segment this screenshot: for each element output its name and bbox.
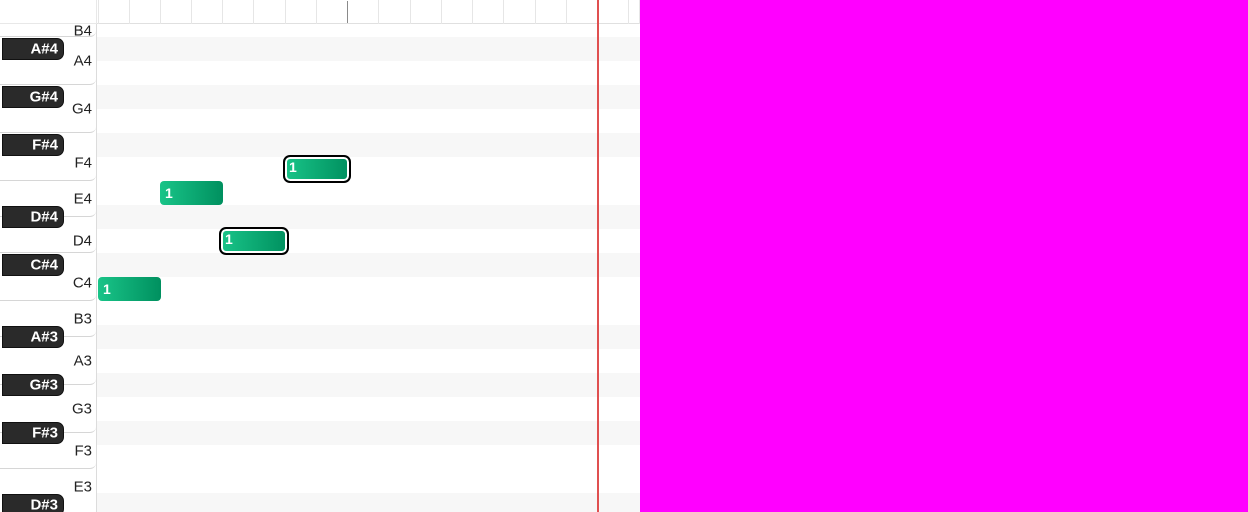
- ruler-tick: [316, 0, 317, 24]
- key-label: F#3: [32, 424, 58, 442]
- ruler-tick: [639, 0, 640, 24]
- ruler-tick: [628, 0, 629, 24]
- piano-key-g-sharp-4[interactable]: G#4: [2, 86, 64, 108]
- key-label: A#3: [30, 328, 58, 346]
- timeline-ruler[interactable]: [97, 0, 640, 24]
- lane-e3: [97, 469, 640, 493]
- key-label: E3: [73, 478, 92, 496]
- note-block-f4[interactable]: 1: [283, 155, 351, 183]
- piano-key-d-sharp-3[interactable]: D#3: [2, 494, 64, 512]
- ruler-tick: [535, 0, 536, 24]
- key-label: D4: [72, 232, 92, 250]
- lane-b4: [97, 24, 640, 37]
- ruler-tick: [566, 0, 567, 24]
- ruler-tick: [253, 0, 254, 24]
- key-label: D#4: [30, 208, 58, 226]
- key-label: G3: [71, 400, 92, 418]
- piano-key-a-sharp-3[interactable]: A#3: [2, 326, 64, 348]
- key-label: A4: [73, 52, 92, 69]
- lane-f3: [97, 445, 640, 469]
- note-velocity-label: 1: [103, 281, 111, 297]
- corner-spacer: [0, 0, 97, 24]
- ruler-tick: [441, 0, 442, 24]
- note-velocity-label: 1: [289, 159, 297, 175]
- piano-key-d-sharp-4[interactable]: D#4: [2, 206, 64, 228]
- key-label: C#4: [30, 256, 58, 274]
- key-label: F4: [74, 154, 92, 172]
- lane-f-sharp-4: [97, 133, 640, 157]
- note-velocity-label: 1: [165, 185, 173, 201]
- ruler-tick: [410, 0, 411, 24]
- lane-d-sharp-4: [97, 205, 640, 229]
- piano-keyboard: B4 A4 G4 F4 E4 D4 C4 B3 A3 G3 F3 E3 A#4 …: [0, 24, 97, 512]
- lane-g-sharp-4: [97, 85, 640, 109]
- lane-d-sharp-3: [97, 493, 640, 512]
- key-label: F3: [74, 442, 92, 460]
- piano-key-g-sharp-3[interactable]: G#3: [2, 374, 64, 396]
- ruler-tick: [98, 0, 99, 24]
- ruler-tick: [191, 0, 192, 24]
- ruler-tick: [222, 0, 223, 24]
- key-label: A3: [73, 352, 92, 370]
- lane-f-sharp-3: [97, 421, 640, 445]
- lane-g3: [97, 397, 640, 421]
- note-grid[interactable]: 1 1 1 1: [97, 24, 640, 512]
- key-label: A#4: [30, 40, 58, 58]
- key-label: B3: [73, 310, 92, 328]
- note-block-c4[interactable]: 1: [98, 277, 161, 301]
- key-label: C4: [72, 274, 92, 292]
- ruler-tick: [160, 0, 161, 24]
- ruler-tick: [472, 0, 473, 24]
- piano-key-b4[interactable]: B4: [0, 24, 96, 40]
- piano-roll-editor: B4 A4 G4 F4 E4 D4 C4 B3 A3 G3 F3 E3 A#4 …: [0, 0, 640, 512]
- key-label: E4: [73, 190, 92, 208]
- key-label: G4: [71, 100, 92, 117]
- key-label: F#4: [32, 136, 58, 154]
- key-label: G#3: [29, 376, 58, 394]
- lane-b3: [97, 301, 640, 325]
- ruler-tick: [503, 0, 504, 24]
- lane-c-sharp-4: [97, 253, 640, 277]
- lane-a3: [97, 349, 640, 373]
- piano-key-f-sharp-3[interactable]: F#3: [2, 422, 64, 444]
- piano-key-c-sharp-4[interactable]: C#4: [2, 254, 64, 276]
- playhead[interactable]: [597, 0, 599, 512]
- note-block-e4[interactable]: 1: [160, 181, 223, 205]
- lane-a4: [97, 61, 640, 85]
- piano-key-a-sharp-4[interactable]: A#4: [2, 38, 64, 60]
- note-block-d4[interactable]: 1: [219, 227, 289, 255]
- ruler-tick: [285, 0, 286, 24]
- lane-g-sharp-3: [97, 373, 640, 397]
- lane-a-sharp-3: [97, 325, 640, 349]
- lane-d4: [97, 229, 640, 253]
- note-velocity-label: 1: [225, 231, 233, 247]
- ruler-tick: [129, 0, 130, 24]
- lane-a-sharp-4: [97, 37, 640, 61]
- lane-f4: [97, 157, 640, 181]
- key-label: D#3: [30, 496, 58, 512]
- lane-c4: [97, 277, 640, 301]
- ruler-tick: [347, 1, 348, 23]
- piano-key-f-sharp-4[interactable]: F#4: [2, 134, 64, 156]
- ruler-tick: [378, 0, 379, 24]
- key-label: G#4: [29, 88, 58, 106]
- lane-g4: [97, 109, 640, 133]
